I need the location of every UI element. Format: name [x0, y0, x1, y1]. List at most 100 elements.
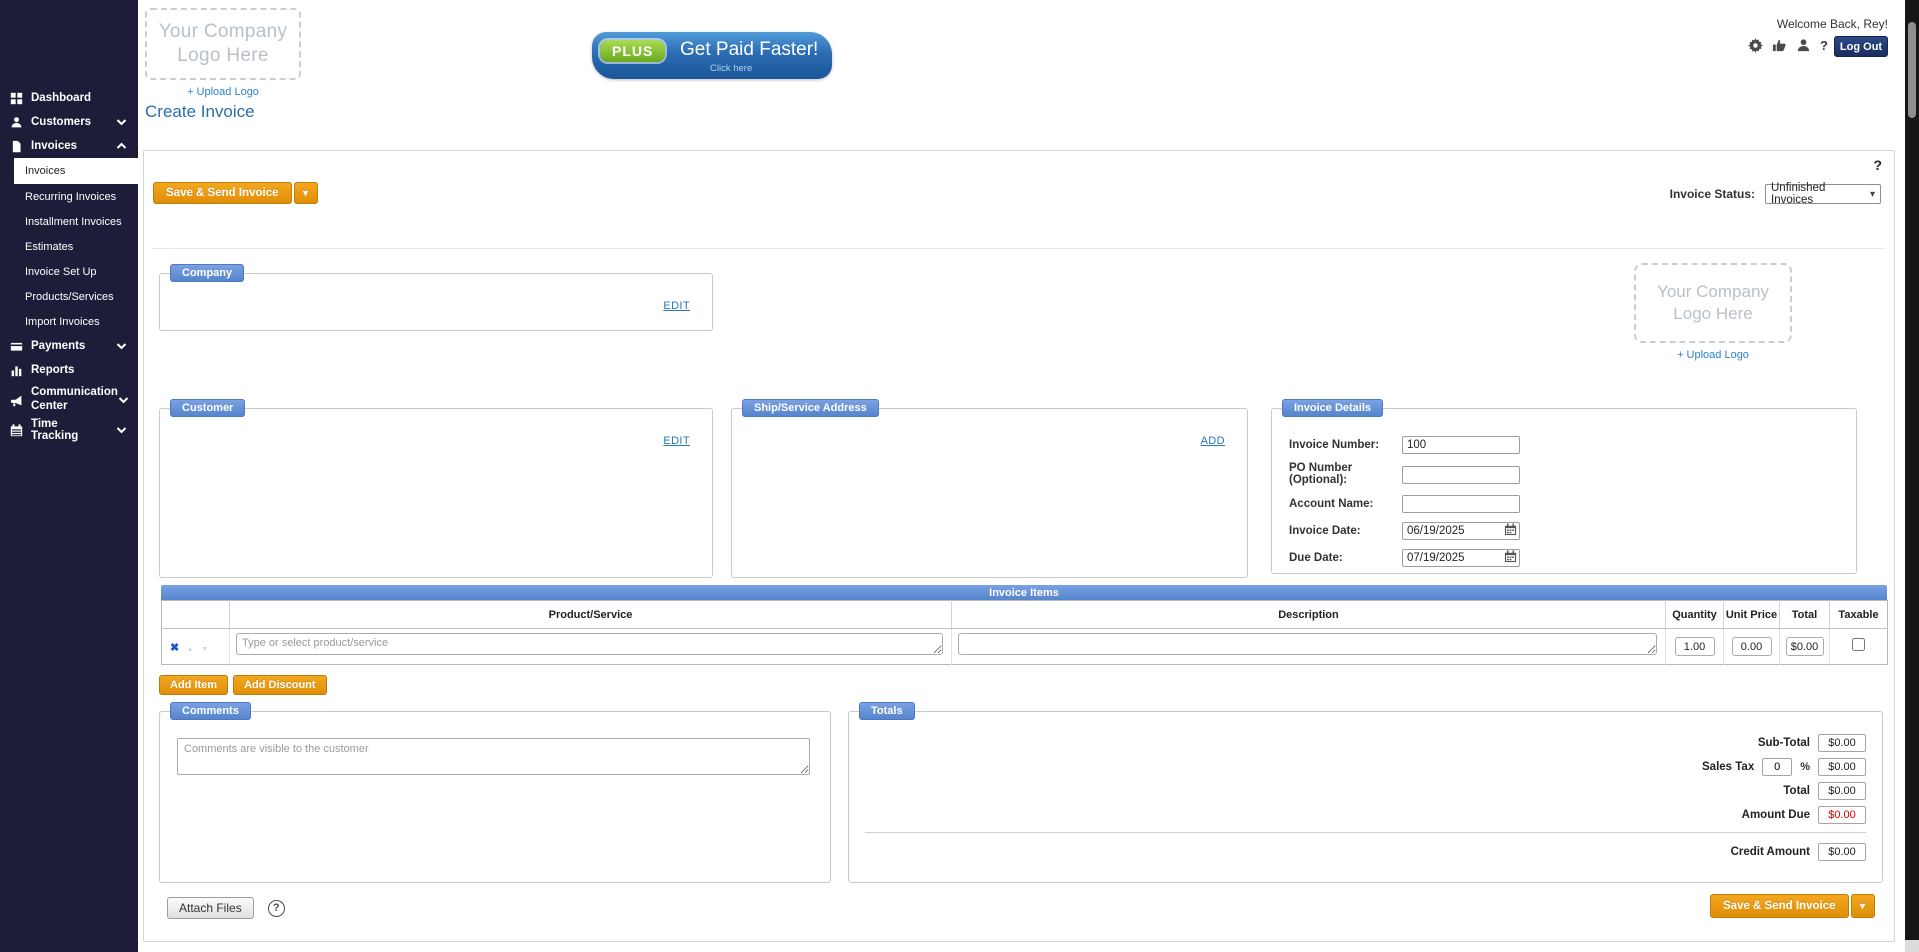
customer-section: Customer EDIT — [159, 408, 713, 578]
sidebar-subitem-estimates[interactable]: Estimates — [0, 234, 138, 259]
invoice-items-header-bar: Invoice Items — [161, 585, 1887, 600]
upload-logo-link[interactable]: + Upload Logo — [145, 86, 301, 98]
calendar-icon — [10, 424, 23, 437]
welcome-text: Welcome Back, Rey! — [1777, 17, 1888, 31]
calendar-icon[interactable] — [1504, 550, 1517, 563]
sidebar-subitem-invoice-set-up[interactable]: Invoice Set Up — [0, 259, 138, 284]
sidebar-item-payments[interactable]: Payments — [0, 334, 138, 358]
sidebar-item-communication-center[interactable]: Communication Center — [0, 382, 138, 418]
quantity-cell — [1666, 629, 1724, 665]
sidebar-subitem-recurring-invoices[interactable]: Recurring Invoices — [0, 184, 138, 209]
total-column-header: Total — [1780, 601, 1830, 629]
help-icon[interactable]: ? — [1820, 38, 1828, 53]
invoice-date-input[interactable] — [1402, 522, 1520, 540]
chevron-down-icon — [115, 117, 128, 127]
unit-price-input[interactable] — [1732, 637, 1772, 656]
description-cell — [952, 629, 1666, 665]
product-service-cell — [230, 629, 952, 665]
invoice-number-label: Invoice Number: — [1289, 439, 1402, 451]
gear-icon[interactable] — [1748, 38, 1763, 53]
invoice-logo-placeholder: Your Company Logo Here — [1634, 263, 1792, 343]
thumbs-up-icon[interactable] — [1772, 38, 1787, 53]
subtotal-value: $0.00 — [1818, 734, 1866, 752]
product-service-column-header: Product/Service — [230, 601, 952, 629]
invoice-items-table: Product/Service Description Quantity Uni… — [161, 600, 1887, 665]
unit-price-cell — [1724, 629, 1780, 665]
comments-input[interactable] — [177, 738, 810, 775]
logout-button[interactable]: Log Out — [1834, 36, 1888, 57]
quantity-input[interactable] — [1675, 637, 1715, 656]
subtotal-label: Sub-Total — [1758, 737, 1810, 749]
sales-tax-rate-input[interactable] — [1762, 758, 1792, 776]
sidebar-subitem-invoices[interactable]: Invoices — [14, 158, 138, 184]
footer-actions-left: Attach Files ? — [167, 897, 285, 919]
sidebar-item-reports[interactable]: Reports — [0, 358, 138, 382]
save-send-invoice-split-button-bottom: Save & Send Invoice ▾ — [1710, 894, 1875, 918]
move-row-up-icon[interactable]: ▲ — [187, 646, 194, 653]
logo-placeholder-line2: Logo Here — [177, 44, 268, 68]
save-send-invoice-button[interactable]: Save & Send Invoice — [153, 182, 292, 204]
sidebar-item-time-tracking[interactable]: Time Tracking — [0, 418, 138, 442]
invoice-details-tab: Invoice Details — [1282, 399, 1383, 417]
sidebar-item-label: Customers — [31, 116, 91, 128]
add-discount-button[interactable]: Add Discount — [233, 675, 327, 695]
get-paid-faster-banner[interactable]: PLUS Get Paid Faster! Click here — [592, 32, 832, 79]
line-total-input[interactable] — [1786, 637, 1824, 656]
due-date-input[interactable] — [1402, 549, 1520, 567]
total-value: $0.00 — [1818, 782, 1866, 800]
scrollbar-thumb[interactable] — [1908, 22, 1916, 118]
save-send-invoice-button-bottom[interactable]: Save & Send Invoice — [1710, 894, 1849, 918]
unit-price-column-header: Unit Price — [1724, 601, 1780, 629]
calendar-icon[interactable] — [1504, 523, 1517, 536]
po-number-input[interactable] — [1402, 466, 1520, 484]
add-item-button[interactable]: Add Item — [159, 675, 228, 695]
upload-logo-link-panel[interactable]: + Upload Logo — [1634, 349, 1792, 361]
sidebar-item-label: Reports — [31, 364, 74, 376]
sidebar-subitem-products-services[interactable]: Products/Services — [0, 284, 138, 309]
customer-section-tab: Customer — [170, 399, 245, 417]
invoice-status-select[interactable]: Unfinished Invoices ▾ — [1765, 184, 1881, 204]
company-edit-link[interactable]: EDIT — [663, 300, 690, 312]
po-number-label: PO Number (Optional): — [1289, 462, 1402, 486]
save-send-dropdown-arrow-bottom[interactable]: ▾ — [1851, 894, 1875, 918]
account-name-input[interactable] — [1402, 495, 1520, 513]
attach-help-icon[interactable]: ? — [268, 900, 285, 917]
move-row-down-icon[interactable]: ▼ — [201, 646, 208, 653]
description-input[interactable] — [958, 633, 1657, 655]
sidebar-subitem-import-invoices[interactable]: Import Invoices — [0, 309, 138, 334]
po-number-row: PO Number (Optional): — [1289, 462, 1856, 486]
product-service-input[interactable] — [236, 633, 943, 655]
total-label: Total — [1783, 785, 1810, 797]
sidebar-item-customers[interactable]: Customers — [0, 110, 138, 134]
totals-divider — [865, 832, 1866, 833]
sidebar-subitem-installment-invoices[interactable]: Installment Invoices — [0, 209, 138, 234]
invoice-date-label: Invoice Date: — [1289, 525, 1402, 537]
ship-add-link[interactable]: ADD — [1201, 435, 1225, 447]
chevron-up-icon — [115, 141, 128, 151]
invoice-status-value: Unfinished Invoices — [1771, 182, 1870, 206]
attach-files-button[interactable]: Attach Files — [167, 897, 254, 919]
invoice-number-input[interactable] — [1402, 436, 1520, 454]
ship-service-address-section: Ship/Service Address ADD — [731, 408, 1248, 578]
account-name-label: Account Name: — [1289, 498, 1402, 510]
delete-row-icon[interactable]: ✖ — [170, 642, 179, 654]
due-date-row: Due Date: — [1289, 548, 1856, 567]
customer-edit-link[interactable]: EDIT — [663, 435, 690, 447]
sidebar-item-label: Dashboard — [31, 92, 91, 104]
save-send-dropdown-arrow[interactable]: ▾ — [294, 182, 318, 204]
plus-badge: PLUS — [600, 40, 665, 62]
item-actions-row: Add Item Add Discount — [159, 675, 327, 695]
quantity-column-header: Quantity — [1666, 601, 1724, 629]
user-icon[interactable] — [1796, 38, 1811, 53]
row-controls-column-header — [162, 601, 230, 629]
sidebar-item-dashboard[interactable]: Dashboard — [0, 86, 138, 110]
banner-click-here-link[interactable]: Click here — [710, 63, 752, 74]
company-section: Company EDIT — [159, 273, 713, 331]
banner-title: Get Paid Faster! — [680, 39, 818, 61]
taxable-checkbox[interactable] — [1852, 638, 1865, 651]
logo-placeholder-line1: Your Company — [159, 20, 288, 44]
panel-help-icon[interactable]: ? — [1873, 157, 1882, 173]
page-scrollbar — [1905, 0, 1919, 952]
sidebar-item-invoices[interactable]: Invoices — [0, 134, 138, 158]
page-title: Create Invoice — [145, 102, 255, 122]
